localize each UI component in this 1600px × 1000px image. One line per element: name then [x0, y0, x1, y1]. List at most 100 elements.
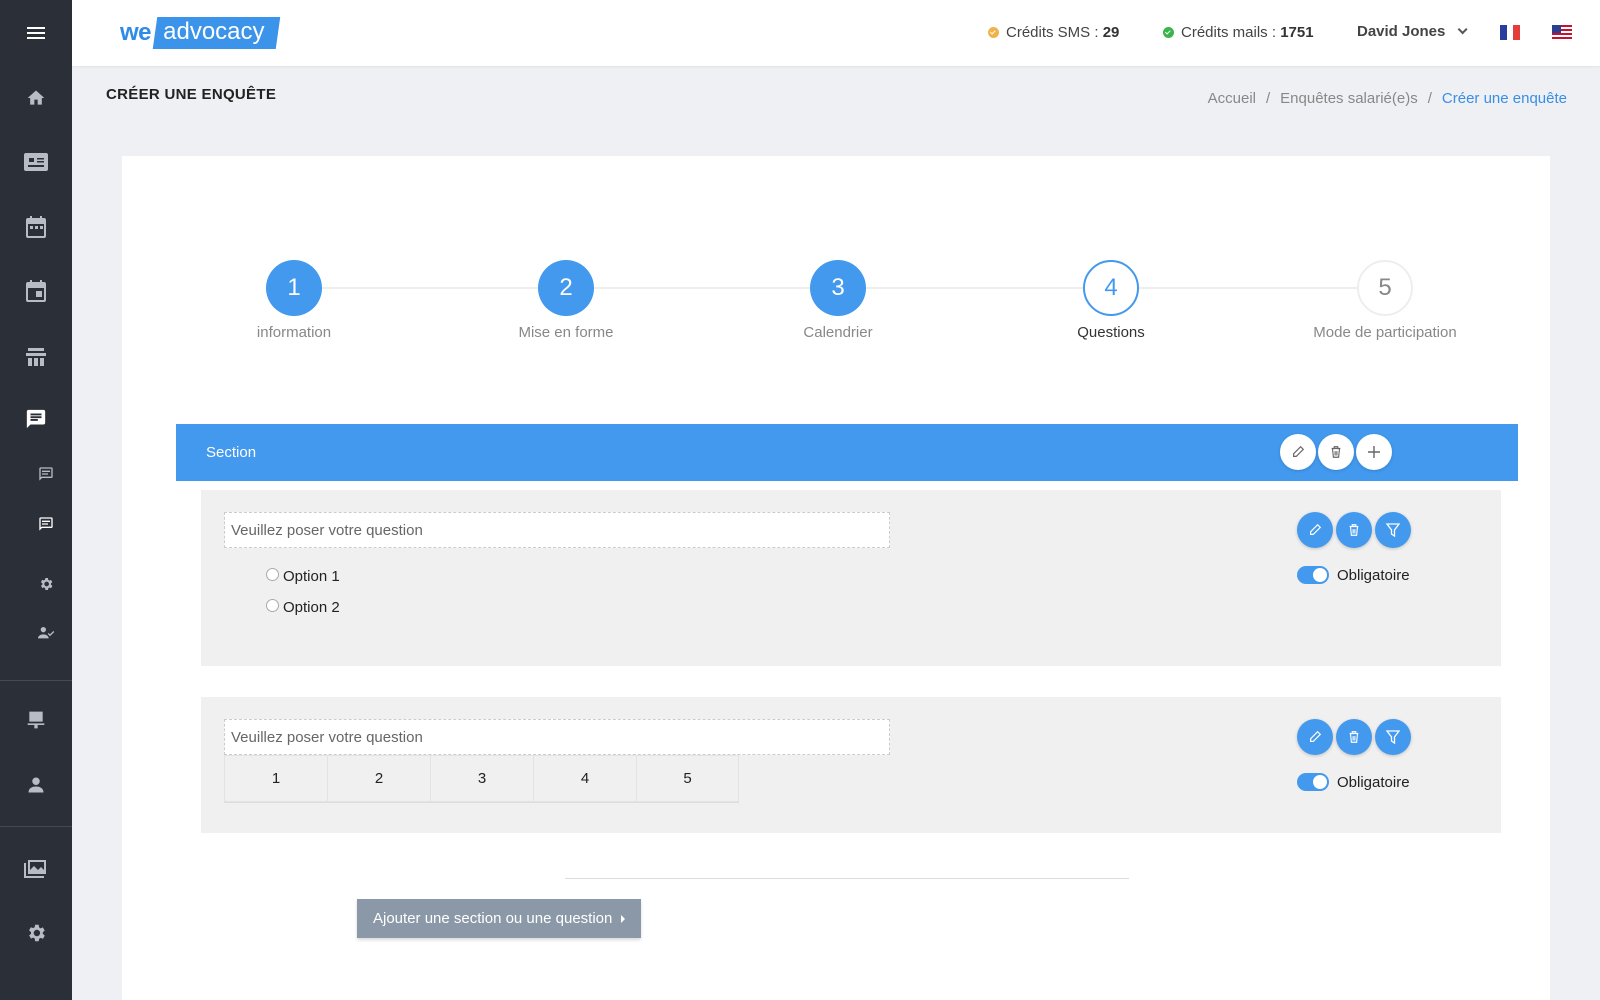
sidebar [0, 0, 72, 1000]
desktop-icon[interactable] [0, 710, 72, 730]
scale-option[interactable]: 2 [327, 755, 430, 802]
sms-credits-label: Crédits SMS : [1006, 24, 1099, 41]
topbar: we advocacy Crédits SMS : 29 Crédits mai… [72, 0, 1600, 66]
edit-question-button[interactable] [1297, 719, 1333, 755]
breadcrumb-separator: / [1265, 90, 1271, 107]
sms-credits: Crédits SMS : 29 [988, 24, 1119, 41]
question-block: 1 2 3 4 5 Obligatoire [201, 697, 1501, 833]
option-label: Option 1 [283, 568, 340, 585]
mail-credits: Crédits mails : 1751 [1163, 24, 1314, 41]
breadcrumb-separator: / [1427, 90, 1432, 107]
plus-icon [1368, 446, 1380, 458]
edit-section-button[interactable] [1280, 434, 1316, 470]
required-label: Obligatoire [1337, 566, 1410, 584]
user-menu[interactable]: David Jones [1357, 23, 1468, 40]
flag-fr-icon[interactable] [1500, 25, 1521, 40]
message-icon[interactable] [10, 466, 82, 482]
step-number: 2 [538, 260, 594, 316]
breadcrumb-surveys[interactable]: Enquêtes salarié(e)s [1280, 90, 1418, 107]
section-header: Section [176, 424, 1518, 481]
logo-we: we [120, 19, 152, 46]
logo[interactable]: we advocacy [120, 14, 281, 52]
pencil-icon [1310, 523, 1322, 535]
required-toggle-row: Obligatoire [1297, 773, 1410, 791]
logo-advocacy: advocacy [152, 17, 281, 49]
calendar-icon[interactable] [0, 216, 72, 238]
delete-question-button[interactable] [1336, 512, 1372, 548]
chevron-down-icon [1458, 24, 1468, 35]
question-input[interactable] [224, 719, 890, 755]
flag-us-icon[interactable] [1552, 25, 1572, 40]
radio-button[interactable] [266, 568, 279, 581]
step-formatting[interactable]: 2 Mise en forme [466, 260, 666, 341]
step-label: information [256, 324, 332, 341]
check-circle-icon [988, 27, 999, 38]
add-section-or-question-button[interactable]: Ajouter une section ou une question [357, 899, 642, 938]
edit-question-button[interactable] [1297, 512, 1333, 548]
page-title: CRÉER UNE ENQUÊTE [106, 86, 277, 103]
breadcrumb: Accueil / Enquêtes salarié(e)s / Créer u… [1208, 90, 1567, 107]
section-title: Section [206, 444, 257, 461]
contact-card-icon[interactable] [0, 152, 72, 172]
mail-credits-value: 1751 [1280, 24, 1314, 41]
question-input[interactable] [224, 512, 890, 548]
scale-option[interactable]: 5 [636, 755, 739, 802]
trash-icon [1349, 524, 1359, 536]
breadcrumb-current[interactable]: Créer une enquête [1442, 90, 1567, 107]
step-information[interactable]: 1 information [194, 260, 394, 341]
home-icon[interactable] [0, 88, 72, 108]
rating-scale: 1 2 3 4 5 [224, 755, 739, 803]
radio-button[interactable] [266, 599, 279, 612]
scale-option[interactable]: 4 [533, 755, 636, 802]
option-label: Option 2 [283, 599, 340, 616]
gear-icon[interactable] [0, 922, 72, 944]
step-label: Mode de participation [1313, 324, 1457, 341]
required-label: Obligatoire [1337, 773, 1410, 791]
step-number: 4 [1083, 260, 1139, 316]
event-icon[interactable] [0, 280, 72, 302]
radio-option[interactable]: Option 1 [266, 568, 340, 585]
required-toggle[interactable] [1297, 566, 1329, 584]
step-number: 5 [1357, 260, 1413, 316]
trash-icon [1331, 446, 1341, 458]
pencil-icon [1310, 730, 1322, 742]
pencil-icon [1293, 445, 1305, 457]
delete-question-button[interactable] [1336, 719, 1372, 755]
filter-icon [1385, 523, 1401, 538]
required-toggle[interactable] [1297, 773, 1329, 791]
check-circle-icon [1163, 27, 1174, 38]
menu-icon[interactable] [0, 0, 72, 66]
gear-icon[interactable] [10, 576, 82, 592]
survey-card: 1 information 2 Mise en forme 3 Calendri… [122, 156, 1550, 1000]
add-to-section-button[interactable] [1356, 434, 1392, 470]
step-participation-mode[interactable]: 5 Mode de participation [1285, 260, 1485, 341]
scale-option[interactable]: 1 [224, 755, 327, 802]
required-toggle-row: Obligatoire [1297, 566, 1410, 584]
chat-icon[interactable] [0, 408, 72, 430]
mail-credits-label: Crédits mails : [1181, 24, 1277, 41]
sms-credits-value: 29 [1102, 24, 1120, 41]
add-button-label: Ajouter une section ou une question [373, 910, 613, 927]
divider [565, 878, 1129, 879]
user-check-icon[interactable] [10, 626, 82, 640]
step-questions[interactable]: 4 Questions [1011, 260, 1211, 341]
filter-question-button[interactable] [1375, 512, 1411, 548]
delete-section-button[interactable] [1318, 434, 1354, 470]
step-label: Calendrier [803, 324, 873, 341]
trash-icon [1349, 731, 1359, 743]
step-label: Mise en forme [518, 324, 614, 341]
step-number: 3 [810, 260, 866, 316]
filter-question-button[interactable] [1375, 719, 1411, 755]
scale-option[interactable]: 3 [430, 755, 533, 802]
user-icon[interactable] [0, 776, 72, 794]
breadcrumb-home[interactable]: Accueil [1208, 90, 1256, 107]
message-icon[interactable] [10, 516, 82, 532]
gallery-icon[interactable] [0, 858, 72, 878]
people-group-icon[interactable] [0, 346, 72, 366]
filter-icon [1385, 730, 1401, 745]
step-calendar[interactable]: 3 Calendrier [738, 260, 938, 341]
step-number: 1 [266, 260, 322, 316]
question-block: Option 1 Option 2 Obligatoire [201, 490, 1501, 666]
step-label: Questions [1077, 324, 1145, 341]
radio-option[interactable]: Option 2 [266, 599, 340, 616]
